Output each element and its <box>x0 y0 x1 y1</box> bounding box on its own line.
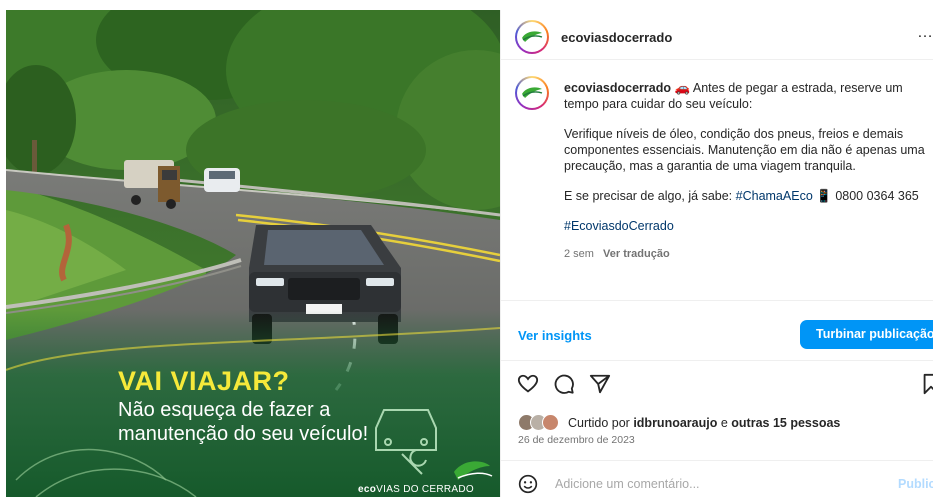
post-caption: ecoviasdocerrado 🚗 Antes de pegar a estr… <box>564 80 926 248</box>
comment-bar: Publicar <box>501 472 933 497</box>
post-actions <box>517 373 933 399</box>
header-username[interactable]: ecoviasdocerrado <box>561 30 672 45</box>
caption-hashtags: #EcoviasdoCerrado <box>564 218 926 234</box>
likes-connector: e <box>720 416 728 430</box>
comment-icon[interactable] <box>553 373 575 400</box>
comment-input[interactable] <box>555 477 855 491</box>
post-date: 26 de dezembro de 2023 <box>518 434 635 446</box>
likes-others[interactable]: outras 15 pessoas <box>731 416 840 430</box>
image-text-line-1: Não esqueça de fazer a <box>118 399 331 421</box>
post-image[interactable]: VAI VIAJAR? Não esqueça de fazer a manut… <box>6 10 500 497</box>
caption-paragraph: Verifique níveis de óleo, condição dos p… <box>564 127 925 173</box>
caption-contact: E se precisar de algo, já sabe: #ChamaAE… <box>564 188 926 204</box>
brand-logo-strong: eco <box>358 484 377 495</box>
likes-prefix: Curtido por <box>568 416 630 430</box>
translate-link[interactable]: Ver tradução <box>603 248 670 260</box>
instagram-post-view: VAI VIAJAR? Não esqueça de fazer a manut… <box>0 0 933 497</box>
more-options-icon[interactable]: … <box>917 24 933 42</box>
image-headline: VAI VIAJAR? <box>118 366 290 396</box>
caption-avatar[interactable] <box>515 76 549 110</box>
publish-button[interactable]: Publicar <box>898 477 933 491</box>
likes-summary[interactable]: Curtido por idbrunoaraujo e outras 15 pe… <box>518 414 840 432</box>
caption-intro: ecoviasdocerrado 🚗 Antes de pegar a estr… <box>564 80 926 112</box>
time-ago[interactable]: 2 sem <box>564 248 594 260</box>
hashtag-chamaaeco-link[interactable]: #ChamaAEco <box>736 189 813 203</box>
avatar <box>542 414 559 431</box>
car-emoji-icon: 🚗 <box>674 81 691 95</box>
divider <box>501 360 933 361</box>
divider <box>501 460 933 461</box>
leaf-logo-icon <box>517 78 547 108</box>
contact-prefix: E se precisar de algo, já sabe: <box>564 189 733 203</box>
boost-post-button[interactable]: Turbinar publicação <box>800 320 933 349</box>
heart-icon[interactable] <box>517 373 539 400</box>
avatar[interactable] <box>515 20 549 54</box>
brand-logo-text: ecoVIAS DO CERRADO <box>358 484 474 495</box>
contact-phone: 0800 0364 365 <box>835 189 919 203</box>
brand-logo-rest: VIAS DO CERRADO <box>376 484 474 495</box>
caption-meta: 2 sem Ver tradução <box>564 248 670 260</box>
post-details-panel: ecoviasdocerrado … ecoviasdocerrado 🚗 An… <box>500 10 933 497</box>
liker-avatars <box>518 414 564 432</box>
image-text-line-2: manutenção do seu veículo! <box>118 423 369 445</box>
share-icon[interactable] <box>589 373 611 400</box>
post-header: ecoviasdocerrado … <box>501 10 933 60</box>
view-insights-link[interactable]: Ver insights <box>518 328 592 343</box>
divider <box>501 300 933 301</box>
leaf-logo-icon <box>517 22 547 52</box>
likes-user[interactable]: idbrunoaraujo <box>633 416 717 430</box>
hashtag-ecoviasdocerrado-link[interactable]: #EcoviasdoCerrado <box>564 219 674 233</box>
emoji-icon[interactable] <box>518 474 538 497</box>
caption-username[interactable]: ecoviasdocerrado <box>564 81 671 95</box>
phone-emoji-icon: 📱 <box>816 189 832 203</box>
bookmark-icon[interactable] <box>921 373 933 400</box>
